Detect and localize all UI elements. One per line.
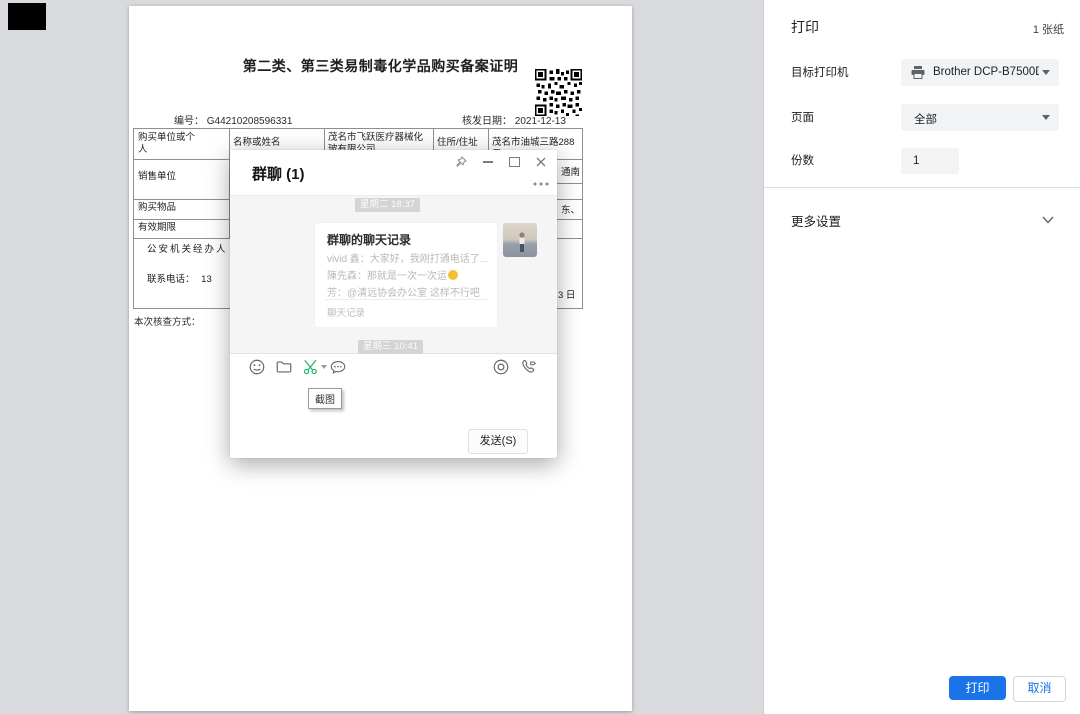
serial-row: 编号： G44210208596331 — [174, 112, 292, 127]
more-options-icon[interactable] — [532, 175, 550, 193]
card-footer: 聊天记录 — [327, 305, 365, 319]
card-title: 群聊的聊天记录 — [327, 231, 411, 248]
screen-record-icon[interactable] — [492, 358, 510, 376]
pages-select[interactable]: 全部 — [901, 104, 1059, 131]
print-dialog-title: 打印 — [791, 17, 819, 37]
phone-label: 联系电话： — [147, 274, 195, 285]
maximize-button[interactable] — [505, 154, 523, 170]
contact-avatar[interactable] — [503, 223, 537, 257]
issue-date-value: 2021-12-13 — [515, 116, 566, 127]
pages-label: 页面 — [791, 109, 814, 125]
serial-label: 编号： — [174, 116, 204, 127]
destination-value: Brother DCP-B7500D s — [933, 66, 1039, 78]
table-cell-handler: 公安机关经办人 — [147, 244, 228, 256]
table-cell-items-label: 购买物品 — [138, 202, 176, 214]
table-cell-phone: 联系电话： 13 — [147, 274, 212, 286]
wechat-chat-window: 群聊 (1) 星期二 18:37 群聊的聊天记录 vivid 鑫：大家好，我刚打… — [230, 150, 557, 458]
table-fragment: 东、 — [561, 202, 580, 216]
black-rectangle-artifact — [8, 3, 46, 30]
verification-method-label: 本次核查方式： — [134, 314, 201, 328]
copies-label: 份数 — [791, 152, 814, 168]
chat-history-bubble-icon[interactable] — [329, 358, 347, 376]
destination-label: 目标打印机 — [791, 64, 849, 80]
dropdown-caret-icon — [1042, 70, 1050, 75]
sheet-count: 1 张纸 — [1033, 21, 1064, 37]
print-button[interactable]: 打印 — [949, 676, 1006, 700]
card-line: vivid 鑫：大家好，我刚打通电话了... — [327, 250, 489, 265]
send-button[interactable]: 发送(S) — [468, 429, 528, 454]
dropdown-caret-icon — [1042, 115, 1050, 120]
pin-icon[interactable] — [452, 154, 470, 170]
chat-message-area: 星期二 18:37 群聊的聊天记录 vivid 鑫：大家好，我刚打通电话了...… — [230, 195, 557, 354]
table-fragment: 通南 — [561, 164, 580, 178]
video-call-icon[interactable] — [519, 358, 537, 376]
scissors-screenshot-icon[interactable] — [302, 358, 320, 376]
timestamp-chip: 星期三 10:41 — [358, 340, 423, 354]
card-line: 芳：@清远协会办公室 这样不行吧 — [327, 284, 489, 299]
cancel-button[interactable]: 取消 — [1013, 676, 1066, 702]
chevron-down-icon[interactable] — [1042, 216, 1054, 224]
print-settings-panel: 打印 1 张纸 目标打印机 Brother DCP-B7500D s 页面 全部… — [763, 0, 1080, 714]
issue-date-row: 核发日期： 2021-12-13 — [462, 112, 566, 127]
table-cell-validity-label: 有效期限 — [138, 222, 176, 234]
copies-value: 1 — [913, 155, 953, 167]
card-divider — [325, 299, 487, 300]
folder-icon[interactable] — [275, 358, 293, 376]
card-line: 陳先森：那就是一次一次运 — [327, 267, 489, 282]
emoji-face-icon — [448, 270, 458, 280]
chat-title: 群聊 (1) — [252, 163, 305, 184]
screenshot-dropdown-caret-icon[interactable] — [321, 365, 327, 369]
emoji-smiley-icon[interactable] — [248, 358, 266, 376]
serial-value: G44210208596331 — [207, 116, 293, 127]
timestamp-chip: 星期二 18:37 — [355, 198, 420, 212]
section-divider — [764, 187, 1080, 188]
pages-value: 全部 — [914, 111, 1034, 127]
screen: 第二类、第三类易制毒化学品购买备案证明 编号： G44210208596331 … — [0, 0, 1080, 714]
table-cell-seller-label: 销售单位 — [138, 171, 176, 183]
table-cell-buyer-label: 购买单位或个人 — [138, 132, 202, 156]
minimize-button[interactable] — [479, 154, 497, 170]
table-cell-name-label: 名称或姓名 — [233, 137, 281, 149]
table-fragment: 3 日 — [558, 287, 575, 301]
printer-icon — [910, 65, 926, 80]
chat-record-card[interactable]: 群聊的聊天记录 vivid 鑫：大家好，我刚打通电话了... 陳先森：那就是一次… — [315, 223, 497, 327]
issue-date-label: 核发日期： — [462, 116, 512, 127]
table-cell-address-label: 住所/住址 — [437, 137, 478, 149]
close-button[interactable] — [532, 154, 550, 170]
more-settings-row[interactable]: 更多设置 — [791, 211, 841, 230]
destination-select[interactable]: Brother DCP-B7500D s — [901, 59, 1059, 86]
copies-input[interactable]: 1 — [901, 148, 959, 174]
phone-value: 13 — [201, 274, 212, 285]
